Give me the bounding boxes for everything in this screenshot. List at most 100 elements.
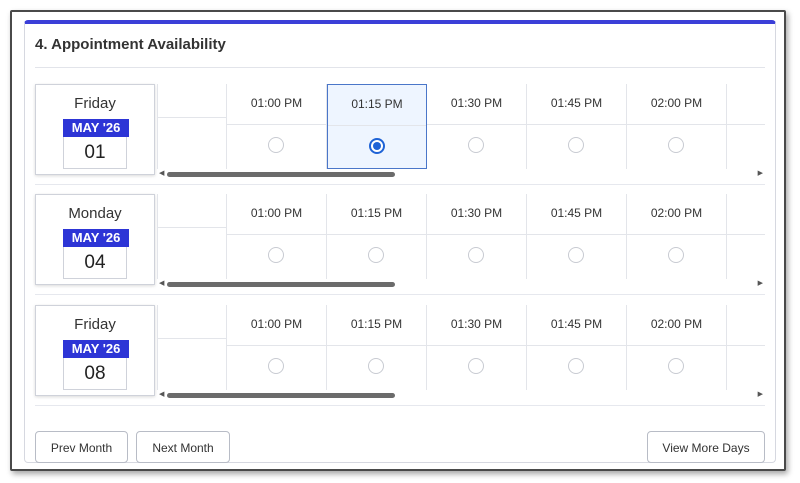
time-slot[interactable]: 02:00 PM [627, 84, 727, 169]
slot-radio[interactable] [368, 358, 384, 374]
next-month-button[interactable]: Next Month [136, 431, 230, 463]
slot-radio[interactable] [668, 358, 684, 374]
cell-divider [158, 338, 226, 339]
slot-scroll-area[interactable]: 01:00 PM 01:15 PM 01:30 PM 01:45 PM 02:0 [157, 194, 765, 279]
cell-divider [427, 124, 526, 125]
title-divider [35, 67, 765, 68]
slot-radio[interactable] [368, 247, 384, 263]
slot-radio[interactable] [268, 358, 284, 374]
cell-divider [627, 345, 726, 346]
time-slot-label: 01:45 PM [550, 317, 603, 331]
cell-divider [527, 124, 626, 125]
time-slot[interactable]: 01:45 PM [527, 84, 627, 169]
time-slot[interactable]: 02 [727, 84, 765, 169]
scrollbar-thumb[interactable] [167, 172, 395, 177]
weekday-label: Monday [68, 205, 122, 222]
slot-radio[interactable] [468, 137, 484, 153]
horizontal-scrollbar[interactable]: ◀ ▶ [157, 280, 765, 288]
leading-column [157, 305, 227, 390]
cell-divider [158, 227, 226, 228]
time-slot[interactable]: 01:15 PM [327, 194, 427, 279]
slot-radio[interactable] [369, 138, 385, 154]
time-slot[interactable]: 01:30 PM [427, 194, 527, 279]
scrollbar-thumb[interactable] [167, 393, 395, 398]
slot-radio[interactable] [668, 247, 684, 263]
time-slot-label: 01:15 PM [351, 97, 403, 111]
row-divider [35, 405, 765, 406]
cell-divider [328, 125, 426, 126]
time-slot[interactable]: 02 [727, 194, 765, 279]
time-slot-label: 01:00 PM [250, 317, 303, 331]
time-slot[interactable]: 01:30 PM [427, 305, 527, 390]
slot-radio[interactable] [668, 137, 684, 153]
section-title: 4. Appointment Availability [35, 36, 226, 53]
slot-radio[interactable] [568, 358, 584, 374]
time-slot[interactable]: 01:00 PM [227, 84, 327, 169]
time-slot[interactable]: 02 [727, 305, 765, 390]
time-slot[interactable]: 01:30 PM [427, 84, 527, 169]
time-slot[interactable]: 01:15 PM [327, 305, 427, 390]
slot-scroll-area[interactable]: 01:00 PM 01:15 PM 01:30 PM 01:45 PM 02:0 [157, 305, 765, 390]
scroll-right-icon[interactable]: ▶ [758, 170, 763, 178]
horizontal-scrollbar[interactable]: ◀ ▶ [157, 391, 765, 399]
time-slot[interactable]: 02:00 PM [627, 194, 727, 279]
time-slot-label: 01:15 PM [350, 317, 403, 331]
cell-divider [427, 234, 526, 235]
day-number: 04 [63, 247, 127, 279]
slot-radio[interactable] [468, 247, 484, 263]
time-slot[interactable]: 02:00 PM [627, 305, 727, 390]
weekday-label: Friday [74, 316, 116, 333]
time-slot-label: 01:45 PM [550, 206, 603, 220]
month-badge: MAY '26 [63, 229, 129, 247]
day-number: 08 [63, 358, 127, 390]
view-more-days-button[interactable]: View More Days [647, 431, 765, 463]
time-slot[interactable]: 01:00 PM [227, 305, 327, 390]
slot-scroll-area[interactable]: 01:00 PM 01:15 PM 01:30 PM 01:45 PM 02:0 [157, 84, 765, 169]
time-slot-label: 01:30 PM [450, 96, 503, 110]
time-slot-label: 01:30 PM [450, 206, 503, 220]
cell-divider [627, 124, 726, 125]
time-slot[interactable]: 01:45 PM [527, 194, 627, 279]
date-card: Friday MAY '26 08 [35, 305, 155, 396]
slot-grid: 01:00 PM 01:15 PM 01:30 PM 01:45 PM 02:0 [157, 84, 765, 169]
day-row: Friday MAY '26 08 01:00 PM 01:15 PM 01:3… [35, 305, 765, 406]
slot-radio[interactable] [268, 137, 284, 153]
cell-divider [727, 124, 765, 125]
time-slot[interactable]: 01:00 PM [227, 194, 327, 279]
month-badge: MAY '26 [63, 340, 129, 358]
row-divider [35, 294, 765, 295]
time-slot-label: 01:15 PM [350, 206, 403, 220]
slot-grid: 01:00 PM 01:15 PM 01:30 PM 01:45 PM 02:0 [157, 305, 765, 390]
cell-divider [227, 345, 326, 346]
time-slot[interactable]: 01:15 PM [327, 84, 427, 169]
slot-radio[interactable] [568, 247, 584, 263]
time-slot-label: 02:00 PM [650, 96, 703, 110]
scrollbar-thumb[interactable] [167, 282, 395, 287]
cell-divider [427, 345, 526, 346]
scroll-right-icon[interactable]: ▶ [758, 280, 763, 288]
date-card: Friday MAY '26 01 [35, 84, 155, 175]
time-slot-label: 02 [727, 206, 765, 220]
slot-radio[interactable] [268, 247, 284, 263]
scroll-right-icon[interactable]: ▶ [758, 391, 763, 399]
leading-column [157, 194, 227, 279]
window-frame: 4. Appointment Availability Friday MAY '… [10, 10, 786, 471]
time-slot-label: 02 [727, 96, 765, 110]
scroll-left-icon[interactable]: ◀ [159, 170, 164, 178]
time-slot-label: 01:00 PM [250, 96, 303, 110]
cell-divider [527, 345, 626, 346]
time-slot-label: 01:00 PM [250, 206, 303, 220]
cell-divider [527, 234, 626, 235]
cell-divider [727, 345, 765, 346]
slot-radio[interactable] [568, 137, 584, 153]
horizontal-scrollbar[interactable]: ◀ ▶ [157, 170, 765, 178]
cell-divider [327, 345, 426, 346]
cell-divider [327, 234, 426, 235]
time-slot[interactable]: 01:45 PM [527, 305, 627, 390]
scroll-left-icon[interactable]: ◀ [159, 280, 164, 288]
scroll-left-icon[interactable]: ◀ [159, 391, 164, 399]
time-slot-label: 01:30 PM [450, 317, 503, 331]
prev-month-button[interactable]: Prev Month [35, 431, 128, 463]
day-row: Friday MAY '26 01 01:00 PM 01:15 PM 01:3… [35, 84, 765, 185]
slot-radio[interactable] [468, 358, 484, 374]
